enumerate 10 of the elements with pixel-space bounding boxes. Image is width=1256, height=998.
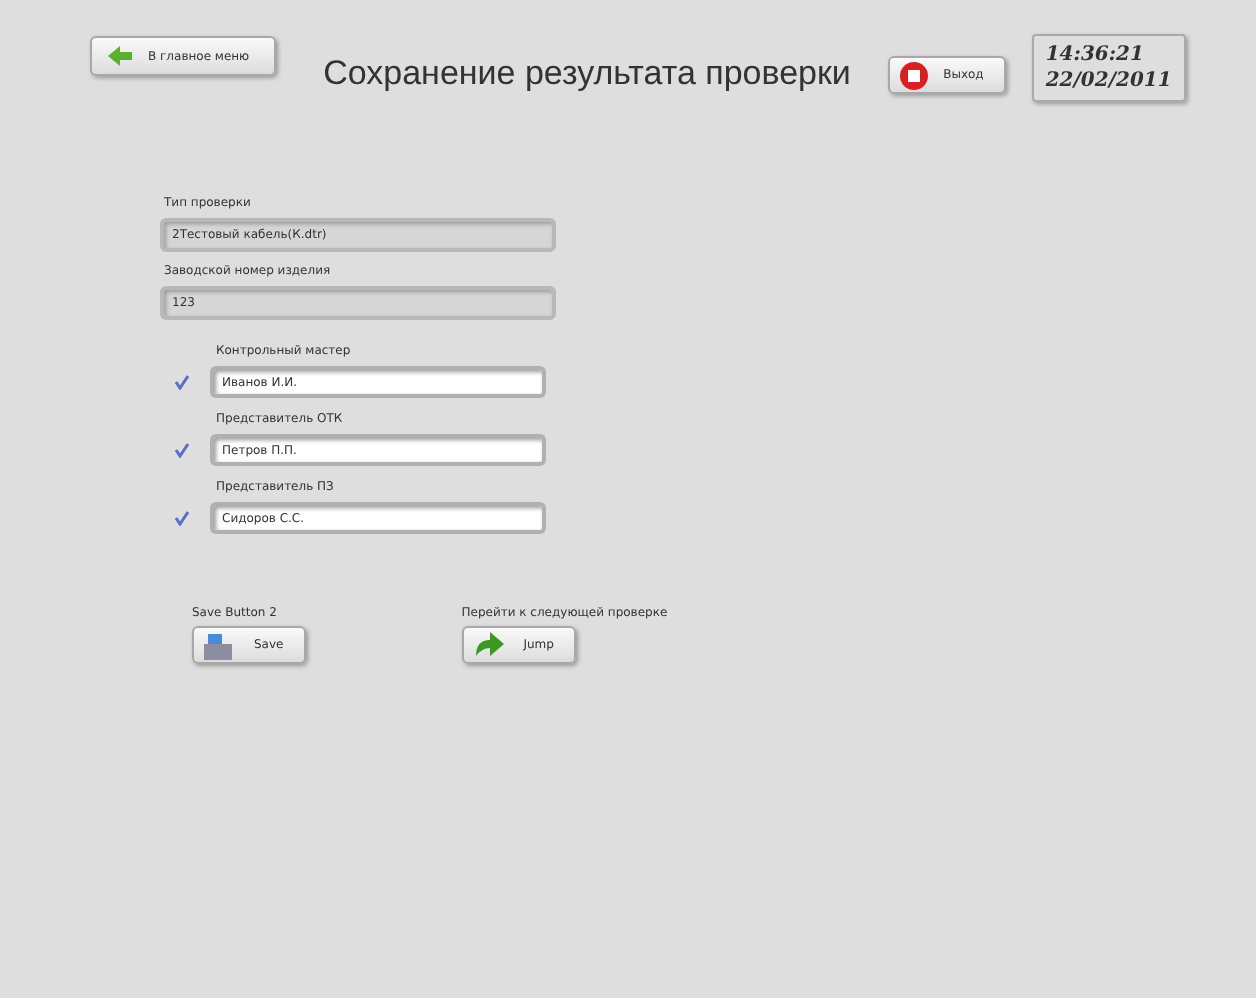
clock-time: 14:36:21 [1045, 42, 1146, 68]
arrow-icon [108, 46, 132, 66]
checkbox[interactable] [172, 509, 190, 527]
disk-icon [202, 631, 234, 659]
clock-date: 22/02/2011 [1045, 68, 1172, 94]
arrow-icon [471, 631, 504, 659]
window-title: Сохранение результата проверки [323, 54, 853, 94]
checkbox[interactable] [172, 441, 190, 459]
checkbox[interactable] [172, 373, 190, 391]
close-icon [899, 61, 928, 89]
